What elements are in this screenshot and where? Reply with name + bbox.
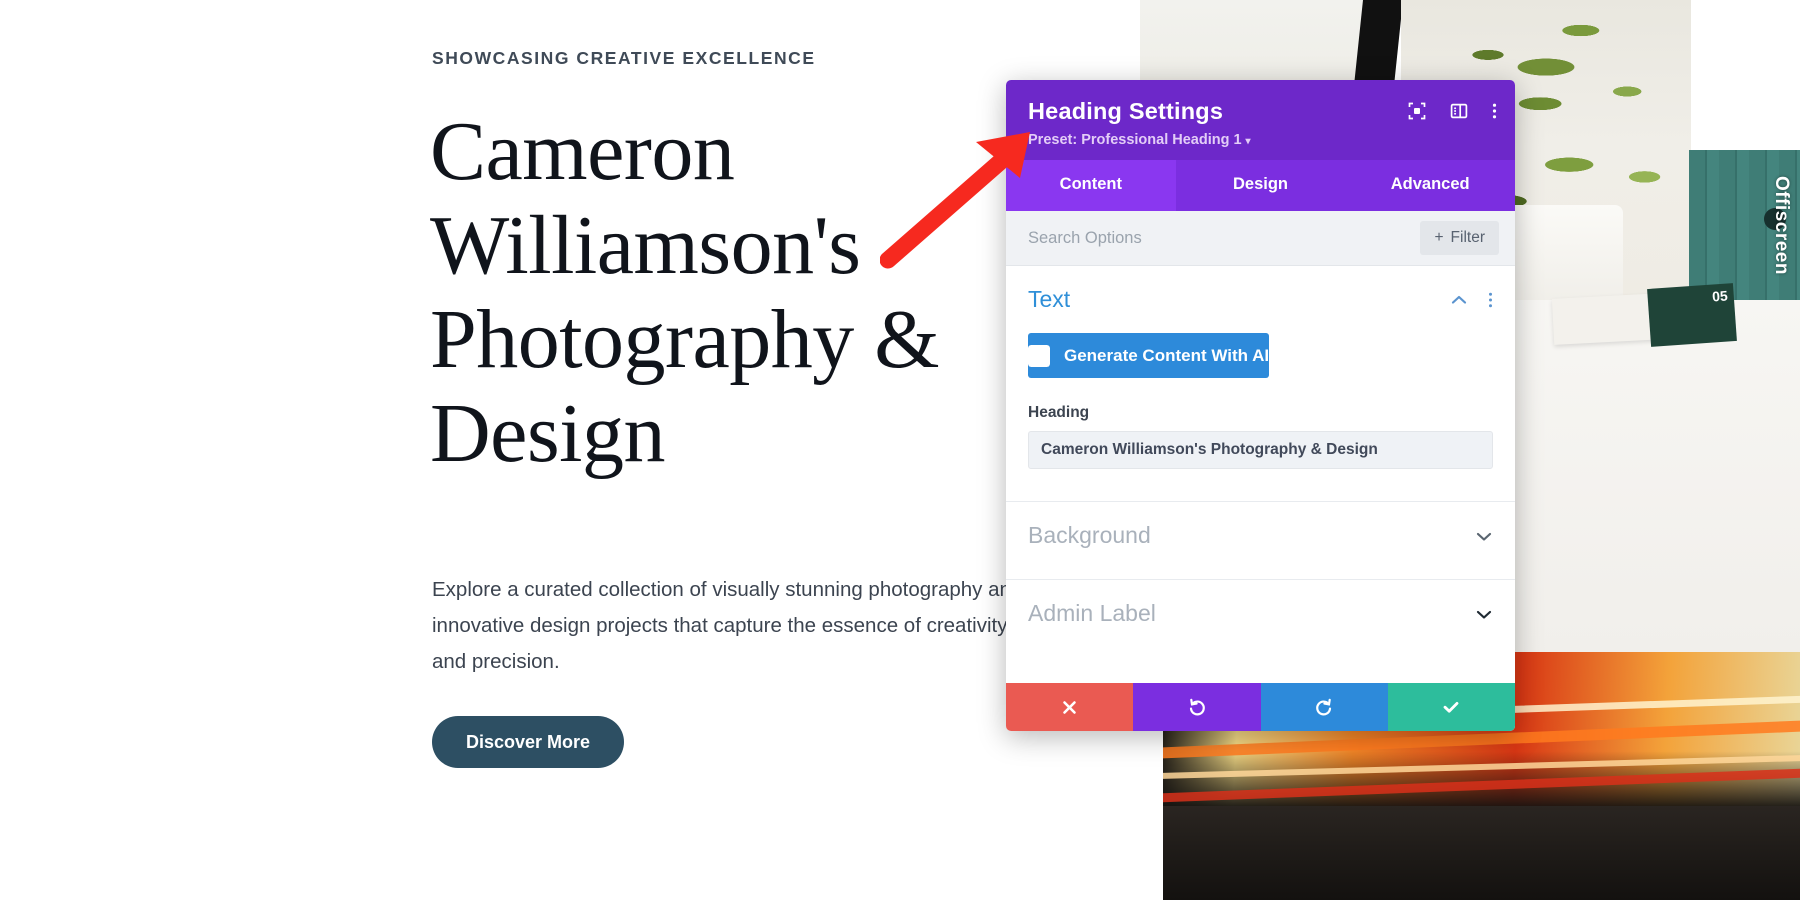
tab-advanced[interactable]: Advanced — [1345, 160, 1515, 211]
modal-footer — [1006, 683, 1515, 731]
magazine-green: 05 — [1647, 283, 1737, 347]
save-button[interactable] — [1387, 683, 1515, 731]
section-title-text: Text — [1028, 286, 1071, 312]
check-icon — [1443, 702, 1459, 713]
undo-icon — [1189, 698, 1205, 716]
section-title-background: Background — [1028, 522, 1151, 548]
section-header-text[interactable]: Text — [1006, 266, 1515, 329]
filter-button[interactable]: + Filter — [1420, 221, 1499, 255]
page-title: Cameron Williamson's Photography & Desig… — [430, 105, 940, 481]
preset-label: Preset: Professional Heading 1 — [1028, 132, 1242, 148]
screen: Offiscreen FIELD NOTES 05 SHOWCASING CRE — [0, 0, 1800, 900]
heading-field-label: Heading — [1028, 404, 1090, 421]
modal-tabs: Content Design Advanced — [1006, 160, 1515, 211]
preset-selector[interactable]: Preset: Professional Heading 1 ▾ — [1028, 132, 1493, 148]
undo-button[interactable] — [1133, 683, 1261, 731]
panel-layout-icon[interactable] — [1450, 102, 1468, 120]
redo-icon — [1316, 698, 1332, 716]
modal-body: Text AI Generate Content With AI Heading… — [1006, 266, 1515, 683]
hero-section: SHOWCASING CREATIVE EXCELLENCE Cameron W… — [0, 0, 1140, 900]
heading-input[interactable]: Cameron Williamson's Photography & Desig… — [1028, 431, 1493, 469]
photo-roadway — [1163, 805, 1800, 900]
chevron-down-icon[interactable] — [1475, 530, 1493, 542]
chevron-down-icon: ▾ — [1245, 136, 1251, 147]
hero-eyebrow: SHOWCASING CREATIVE EXCELLENCE — [432, 48, 816, 68]
generate-content-with-ai-button[interactable]: AI Generate Content With AI — [1028, 333, 1270, 378]
section-title-admin-label: Admin Label — [1028, 600, 1156, 626]
section-header-background[interactable]: Background — [1006, 502, 1515, 565]
search-options-bar: + Filter — [1006, 211, 1515, 266]
close-icon — [1063, 700, 1076, 714]
section-actions-admin-label — [1475, 608, 1493, 620]
photo-watermark: Offiscreen — [1771, 176, 1792, 275]
section-header-admin-label[interactable]: Admin Label — [1006, 580, 1515, 643]
section-more-icon[interactable] — [1488, 291, 1493, 309]
cancel-button[interactable] — [1006, 683, 1134, 731]
ai-button-label: Generate Content With AI — [1064, 345, 1270, 365]
tab-content[interactable]: Content — [1006, 160, 1176, 211]
plus-icon: + — [1434, 229, 1444, 246]
section-actions-text — [1450, 291, 1493, 309]
hero-paragraph: Explore a curated collection of visually… — [432, 578, 1023, 673]
focus-target-icon[interactable] — [1408, 102, 1426, 120]
chevron-down-icon[interactable] — [1475, 608, 1493, 620]
redo-button[interactable] — [1260, 683, 1388, 731]
magazine-number: 05 — [1711, 287, 1729, 305]
search-input[interactable] — [1028, 228, 1421, 248]
modal-header: Heading Settings Preset: Professional He… — [1006, 80, 1515, 160]
heading-settings-modal: Heading Settings Preset: Professional He… — [1006, 80, 1515, 731]
discover-more-button[interactable]: Discover More — [432, 716, 625, 768]
tab-design[interactable]: Design — [1176, 160, 1346, 211]
ai-icon: AI — [1028, 345, 1050, 367]
filter-label: Filter — [1450, 229, 1485, 246]
more-options-icon[interactable] — [1492, 102, 1497, 120]
section-actions-background — [1475, 530, 1493, 542]
chevron-up-icon[interactable] — [1450, 294, 1468, 306]
photo-magazines: 05 — [1551, 283, 1737, 356]
modal-header-actions — [1408, 102, 1497, 120]
